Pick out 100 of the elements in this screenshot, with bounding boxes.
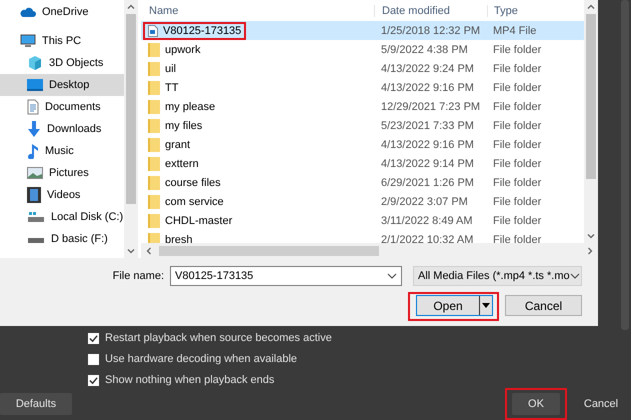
type-cell-text: File folder (492, 196, 542, 208)
folder-icon (148, 214, 160, 228)
file-name-cell: TT (145, 80, 182, 96)
folder-icon (148, 156, 160, 170)
checkbox[interactable] (88, 374, 99, 386)
option-label: Use hardware decoding when available (105, 353, 298, 365)
type-cell-text: File folder (492, 138, 542, 150)
nav-item[interactable]: OneDrive (0, 1, 124, 23)
date-cell-text: 4/13/2022 9:14 PM (380, 158, 475, 170)
file-row[interactable]: V80125-173135 1/25/2018 12:32 PM MP4 File (141, 21, 584, 40)
file-row[interactable]: grant 4/13/2022 9:16 PM File folder (141, 135, 584, 154)
chevron-down-icon (570, 273, 580, 279)
type-cell-text: File folder (492, 120, 542, 132)
file-name-cell: my please (145, 98, 218, 114)
column-header[interactable]: Date modified (374, 4, 487, 16)
nav-item[interactable]: Pictures (0, 162, 124, 184)
file-row[interactable]: CHDL-master 3/11/2022 8:49 AM File folder (141, 211, 584, 230)
scrollbar[interactable] (124, 0, 138, 258)
nav-item[interactable]: Local Disk (C:) (0, 206, 124, 228)
scrollbar[interactable] (584, 0, 598, 243)
video-file-icon (148, 24, 158, 36)
date-cell-text: 2/1/2022 10:32 AM (380, 234, 474, 243)
file-name-cell: grant (145, 136, 194, 152)
scroll-up-icon[interactable] (587, 3, 595, 11)
scroll-up-icon[interactable] (127, 3, 135, 11)
nav-item[interactable]: Downloads (0, 118, 124, 140)
type-cell-text: File folder (492, 214, 542, 226)
down-arrow-icon (27, 121, 41, 137)
file-row[interactable]: course files 6/29/2021 1:26 PM File folder (141, 173, 584, 192)
file-name-cell: upwork (145, 42, 204, 58)
defaults-button[interactable]: Defaults (0, 393, 72, 415)
computer-icon (20, 34, 36, 48)
checkbox[interactable] (88, 354, 99, 364)
folder-icon (148, 194, 160, 208)
cloud-icon (20, 6, 36, 18)
date-cell-text: 1/25/2018 12:32 PM (380, 24, 482, 36)
file-row[interactable]: my please 12/29/2021 7:23 PM File folder (141, 97, 584, 116)
type-cell-text: File folder (492, 176, 542, 188)
file-name-cell: exttern (145, 156, 202, 172)
folder-icon (148, 138, 160, 152)
folder-icon (148, 176, 160, 190)
cancel-button[interactable]: Cancel (571, 393, 631, 415)
type-cell-text: MP4 File (492, 24, 538, 36)
file-name-cell: CHDL-master (145, 212, 236, 228)
nav-item[interactable]: D basic (F:) (0, 228, 124, 250)
scroll-down-icon[interactable] (587, 232, 595, 240)
ok-button[interactable]: OK (512, 393, 560, 415)
type-cell-text: File folder (492, 44, 542, 56)
folder-icon (148, 118, 160, 132)
drive-icon (27, 211, 45, 223)
folder-icon (148, 100, 160, 114)
file-row[interactable]: upwork 5/9/2022 4:38 PM File folder (141, 40, 584, 59)
date-cell-text: 4/13/2022 9:24 PM (380, 62, 475, 74)
type-cell-text: File folder (492, 158, 542, 170)
file-row[interactable]: my files 5/23/2021 7:33 PM File folder (141, 116, 584, 135)
type-cell-text: File folder (492, 62, 542, 74)
file-name-cell: course files (145, 174, 224, 190)
folder-icon (148, 232, 160, 243)
caret-icon (482, 303, 490, 308)
nav-item[interactable]: Desktop (0, 74, 124, 96)
date-cell-text: 6/29/2021 1:26 PM (380, 176, 475, 188)
type-cell-text: File folder (492, 100, 542, 112)
document-icon (27, 99, 39, 115)
open-button[interactable]: Open (416, 295, 493, 316)
file-name-field[interactable]: V80125-173135 (170, 266, 402, 286)
checkbox[interactable] (88, 332, 99, 344)
file-name-cell: uil (145, 60, 180, 76)
file-row[interactable]: com service 2/9/2022 3:07 PM File folder (141, 192, 584, 211)
file-row[interactable]: uil 4/13/2022 9:24 PM File folder (141, 59, 584, 78)
column-header[interactable]: Name (141, 4, 374, 16)
nav-item[interactable]: Music (0, 140, 124, 162)
scrollbar[interactable] (141, 243, 598, 258)
file-name-cell: com service (145, 194, 227, 210)
date-cell-text: 12/29/2021 7:23 PM (380, 100, 482, 112)
type-cell-text: File folder (492, 82, 542, 94)
file-type-dropdown[interactable]: All Media Files (*.mp4 *.ts *.mo (413, 266, 582, 286)
folder-icon (148, 42, 160, 56)
date-cell-text: 5/9/2022 4:38 PM (380, 44, 469, 56)
nav-item[interactable]: Documents (0, 96, 124, 118)
film-icon (27, 187, 41, 203)
nav-item[interactable]: This PC (0, 30, 124, 52)
scroll-down-icon[interactable] (127, 247, 135, 255)
date-cell-text: 5/23/2021 7:33 PM (380, 120, 475, 132)
file-row[interactable]: TT 4/13/2022 9:16 PM File folder (141, 78, 584, 97)
nav-item[interactable]: 3D Objects (0, 52, 124, 74)
folder-icon (148, 62, 160, 76)
scroll-left-icon[interactable] (145, 246, 153, 254)
file-name-cell: V80125-173135 (145, 24, 244, 38)
date-cell-text: 4/13/2022 9:16 PM (380, 82, 475, 94)
file-row[interactable]: exttern 4/13/2022 9:14 PM File folder (141, 154, 584, 173)
cancel-button[interactable]: Cancel (505, 295, 582, 316)
date-cell-text: 3/11/2022 8:49 AM (380, 214, 474, 226)
date-cell-text: 2/9/2022 3:07 PM (380, 196, 469, 208)
desktop-icon (27, 79, 43, 91)
nav-item[interactable]: Videos (0, 184, 124, 206)
file-name-cell: my files (145, 118, 206, 134)
scroll-right-icon[interactable] (586, 246, 594, 254)
option-label: Show nothing when playback ends (105, 374, 274, 386)
chevron-down-icon (387, 273, 397, 279)
music-note-icon (27, 143, 39, 159)
